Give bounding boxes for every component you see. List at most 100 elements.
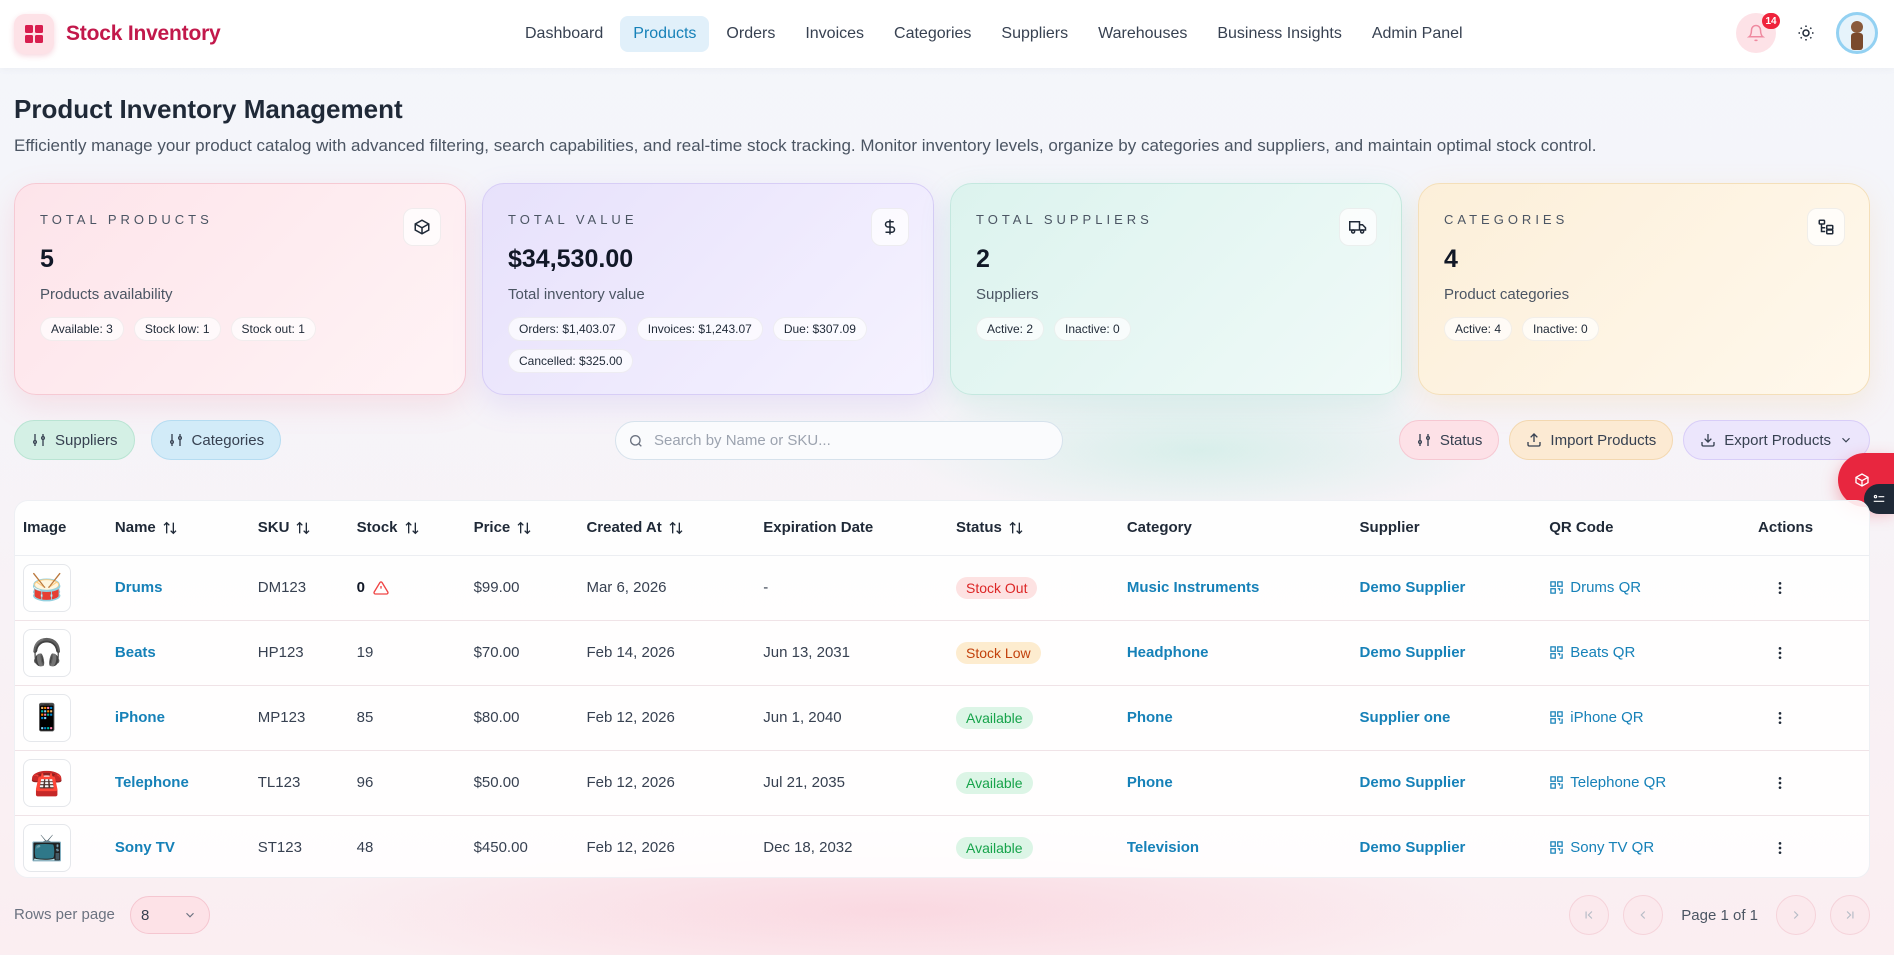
status-badge: Available — [956, 836, 1033, 859]
product-created-at: Feb 12, 2026 — [586, 774, 675, 791]
column-header-actions: Actions — [1758, 519, 1814, 537]
sun-icon — [1798, 25, 1814, 41]
rows-per-page-select[interactable]: 8 — [130, 896, 210, 934]
brand[interactable]: Stock Inventory — [14, 14, 221, 54]
product-stock: 0 — [356, 578, 366, 596]
import-products-button[interactable]: Import Products — [1509, 420, 1674, 460]
nav-item-business-insights[interactable]: Business Insights — [1204, 16, 1355, 52]
sort-name-button[interactable]: Name — [115, 519, 258, 536]
nav-actions: 14 — [1736, 12, 1878, 54]
card-subtitle: Total inventory value — [508, 286, 645, 303]
sort-stock-button[interactable]: Stock — [357, 519, 474, 536]
category-link[interactable]: Television — [1127, 839, 1199, 856]
category-link[interactable]: Music Instruments — [1127, 579, 1260, 596]
column-header-price: Price — [473, 519, 511, 537]
stat-cards: TOTAL PRODUCTS 5 Products availability A… — [14, 183, 1870, 395]
row-actions-button[interactable] — [1768, 836, 1792, 860]
product-image[interactable]: 🎧 — [23, 628, 71, 677]
sort-created-at-button[interactable]: Created At — [586, 519, 763, 536]
product-name-link[interactable]: Telephone — [115, 774, 189, 791]
truck-icon — [1339, 208, 1377, 246]
row-actions-button[interactable] — [1768, 641, 1792, 665]
product-name-link[interactable]: iPhone — [115, 709, 165, 726]
table-header-row: Image Name SKU Stock Price Created At Ex… — [15, 501, 1869, 556]
supplier-link[interactable]: Supplier one — [1360, 709, 1451, 726]
product-expiration: Jul 21, 2035 — [763, 774, 845, 791]
card-label: TOTAL VALUE — [508, 212, 638, 227]
qr-code-link[interactable]: Drums QR — [1549, 579, 1758, 596]
column-header-stock: Stock — [356, 519, 398, 537]
nav-item-warehouses[interactable]: Warehouses — [1085, 16, 1200, 52]
row-actions-button[interactable] — [1768, 706, 1792, 730]
nav-item-suppliers[interactable]: Suppliers — [988, 16, 1081, 52]
sort-sku-button[interactable]: SKU — [258, 519, 357, 536]
table-row[interactable]: 📺 Sony TV ST123 48 $450.00 Feb 12, 2026 Dec 18… — [15, 815, 1869, 877]
category-link[interactable]: Headphone — [1127, 644, 1209, 661]
nav-item-categories[interactable]: Categories — [881, 16, 984, 52]
qr-code-link[interactable]: iPhone QR — [1549, 709, 1758, 726]
sort-price-button[interactable]: Price — [474, 519, 587, 536]
column-header-supplier: Supplier — [1359, 519, 1420, 537]
row-actions-button[interactable] — [1768, 771, 1792, 795]
status-badge: Available — [956, 706, 1033, 729]
stat-chip: Stock out: 1 — [230, 317, 316, 341]
supplier-link[interactable]: Demo Supplier — [1360, 579, 1466, 596]
sort-status-button[interactable]: Status — [956, 519, 1127, 536]
category-link[interactable]: Phone — [1127, 709, 1173, 726]
supplier-link[interactable]: Demo Supplier — [1360, 839, 1466, 856]
product-expiration: Jun 13, 2031 — [763, 644, 850, 661]
stat-chip: Orders: $1,403.07 — [508, 317, 627, 341]
suppliers-filter-button[interactable]: Suppliers — [14, 420, 135, 460]
search-input[interactable] — [654, 432, 1054, 449]
product-created-at: Mar 6, 2026 — [586, 579, 667, 596]
table-row[interactable]: ☎️ Telephone TL123 96 $50.00 Feb 12, 2026 Jul … — [15, 750, 1869, 816]
product-created-at: Feb 14, 2026 — [586, 644, 675, 661]
nav-item-orders[interactable]: Orders — [713, 16, 788, 52]
last-page-button[interactable] — [1830, 895, 1870, 935]
first-page-button[interactable] — [1569, 895, 1610, 935]
table-row[interactable]: 🥁 Drums DM123 0 $99.00 Mar 6, 2026 - Stock Out M… — [15, 555, 1869, 621]
product-image[interactable]: 📱 — [23, 693, 71, 742]
theme-toggle-button[interactable] — [1794, 21, 1818, 45]
bell-icon — [1747, 24, 1765, 42]
filter-toolbar: Suppliers Categories — [14, 420, 282, 460]
supplier-link[interactable]: Demo Supplier — [1360, 644, 1466, 661]
status-filter-button[interactable]: Status — [1398, 420, 1500, 460]
nav-item-dashboard[interactable]: Dashboard — [512, 16, 616, 52]
stat-chip: Inactive: 0 — [1054, 317, 1131, 341]
nav-item-invoices[interactable]: Invoices — [792, 16, 877, 52]
notifications-button[interactable]: 14 — [1736, 13, 1780, 53]
product-expiration: - — [763, 579, 769, 596]
nav-item-admin-panel[interactable]: Admin Panel — [1359, 16, 1476, 52]
product-image[interactable]: 📺 — [23, 823, 71, 872]
stat-chip: Active: 2 — [976, 317, 1045, 341]
supplier-link[interactable]: Demo Supplier — [1360, 774, 1466, 791]
card-label: CATEGORIES — [1444, 212, 1569, 227]
box-icon — [403, 208, 441, 246]
nav-item-products[interactable]: Products — [620, 16, 710, 52]
categories-filter-button[interactable]: Categories — [150, 420, 282, 460]
user-avatar[interactable] — [1836, 12, 1878, 54]
product-created-at: Feb 12, 2026 — [586, 709, 675, 726]
table-row[interactable]: 📱 iPhone MP123 85 $80.00 Feb 12, 2026 Jun 1, 2… — [15, 685, 1869, 751]
table-row[interactable]: 🎧 Beats HP123 19 $70.00 Feb 14, 2026 Jun 13, 2… — [15, 620, 1869, 686]
category-link[interactable]: Phone — [1127, 774, 1173, 791]
qr-code-link[interactable]: Sony TV QR — [1549, 839, 1758, 856]
product-name-link[interactable]: Sony TV — [115, 839, 175, 856]
page-info: Page 1 of 1 — [1681, 906, 1758, 924]
previous-page-button[interactable] — [1623, 895, 1664, 935]
next-page-button[interactable] — [1776, 895, 1816, 935]
product-image[interactable]: 🥁 — [23, 563, 71, 612]
export-products-button[interactable]: Export Products — [1683, 420, 1870, 460]
card-label: TOTAL SUPPLIERS — [976, 212, 1153, 227]
row-actions-button[interactable] — [1768, 576, 1792, 600]
product-sku: DM123 — [257, 579, 307, 596]
product-name-link[interactable]: Beats — [115, 644, 156, 661]
page-description: Efficiently manage your product catalog … — [14, 136, 1597, 155]
product-sku: MP123 — [257, 709, 306, 726]
qr-code-link[interactable]: Telephone QR — [1549, 774, 1758, 791]
product-image[interactable]: ☎️ — [23, 758, 71, 807]
product-name-link[interactable]: Drums — [115, 579, 163, 596]
qr-code-link[interactable]: Beats QR — [1549, 644, 1758, 661]
card-value: 5 — [40, 245, 54, 273]
